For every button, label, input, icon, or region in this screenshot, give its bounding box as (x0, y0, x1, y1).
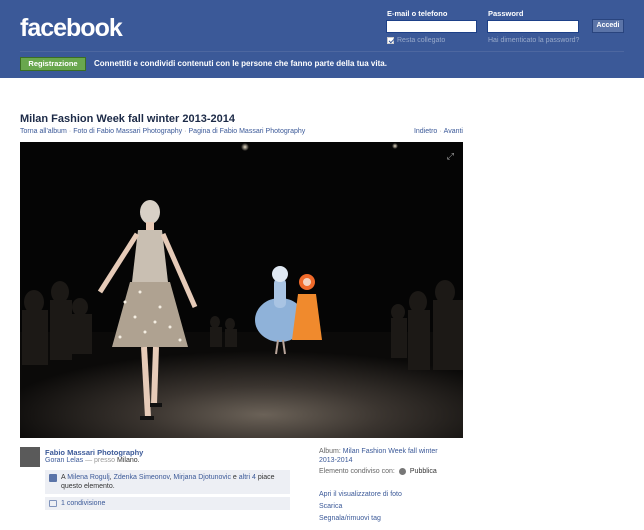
photo-actions: Apri il visualizzatore di foto Scarica S… (319, 489, 402, 525)
photo-navigation: Indietro · Avanti (414, 128, 463, 135)
top-bar: facebook E-mail o telefono Password Acce… (0, 0, 644, 78)
likes-others-link[interactable]: altri 4 (239, 474, 256, 481)
album-info: Album: Milan Fashion Week fall winter 20… (319, 447, 479, 465)
likes-and: e (232, 474, 237, 481)
page-link[interactable]: Pagina di Fabio Massari Photography (189, 128, 306, 135)
download-link[interactable]: Scarica (319, 501, 402, 513)
runway-photo (20, 142, 463, 438)
liker-link[interactable]: Mirjana Djotunovic (173, 474, 231, 481)
separator: · (68, 128, 72, 135)
shared-with: Elemento condiviso con: Pubblica (319, 468, 437, 475)
likes-text: A Milena Rogulj, Zdenka Simeonov, Mirjan… (61, 474, 275, 490)
facebook-logo[interactable]: facebook (20, 14, 123, 43)
album-name-link[interactable]: 2013-2014 (319, 457, 352, 464)
register-button[interactable]: Registrazione (20, 57, 86, 71)
shares-box[interactable]: 1 condivisione (45, 496, 290, 510)
open-viewer-link[interactable]: Apri il visualizzatore di foto (319, 489, 402, 501)
shared-label: Elemento condiviso con: (319, 468, 395, 475)
likes-box: A Milena Rogulj, Zdenka Simeonov, Mirjan… (45, 470, 290, 494)
photos-by-link[interactable]: Foto di Fabio Massari Photography (73, 128, 182, 135)
likes-suffix: questo elemento. (61, 483, 115, 490)
password-field[interactable] (487, 20, 579, 33)
email-label: E-mail o telefono (387, 9, 448, 18)
photo[interactable]: ⤢ (20, 142, 463, 438)
prev-link[interactable]: Indietro (414, 128, 437, 135)
tagged-person-link[interactable]: Goran Lelas (45, 457, 83, 464)
forgot-password-link[interactable]: Hai dimenticato la password? (488, 37, 579, 44)
like-icon (49, 474, 57, 482)
with-separator: — presso (85, 457, 116, 464)
audience: Pubblica (409, 468, 437, 475)
location: Milano. (117, 457, 140, 464)
share-icon (49, 500, 57, 507)
likes-suffix: piace (257, 474, 275, 481)
email-field[interactable] (386, 20, 477, 33)
expand-icon[interactable]: ⤢ (447, 151, 454, 162)
next-link[interactable]: Avanti (444, 128, 463, 135)
separator: · (439, 128, 442, 135)
divider (20, 51, 624, 52)
breadcrumb: Torna all'album · Foto di Fabio Massari Ph… (20, 128, 305, 135)
liker-link[interactable]: Zdenka Simeonov (114, 474, 170, 481)
report-link[interactable]: Segnala/rimuovi tag (319, 513, 402, 525)
likes-prefix: A (61, 474, 66, 481)
login-button[interactable]: Accedi (592, 19, 624, 33)
album-label: Album: (319, 448, 341, 455)
separator: · (184, 128, 187, 135)
keep-logged-in-label: Resta collegato (397, 37, 446, 44)
globe-icon (398, 468, 406, 475)
password-label: Password (488, 9, 524, 18)
owner-name-link[interactable]: Fabio Massari Photography (45, 448, 143, 457)
keep-logged-in[interactable]: Resta collegato (387, 37, 445, 44)
album-title: Milan Fashion Week fall winter 2013-2014 (20, 113, 235, 125)
shares-count[interactable]: 1 condivisione (61, 500, 105, 507)
owner-meta: Goran Lelas — presso Milano. (45, 457, 140, 464)
liker-link[interactable]: Milena Rogulj (67, 474, 109, 481)
album-name-link[interactable]: Milan Fashion Week fall winter (343, 448, 438, 455)
tagline: Connettiti e condividi contenuti con le … (94, 59, 387, 68)
back-to-album-link[interactable]: Torna all'album (20, 128, 67, 135)
checkbox-icon[interactable] (387, 37, 394, 44)
avatar[interactable] (20, 447, 40, 467)
